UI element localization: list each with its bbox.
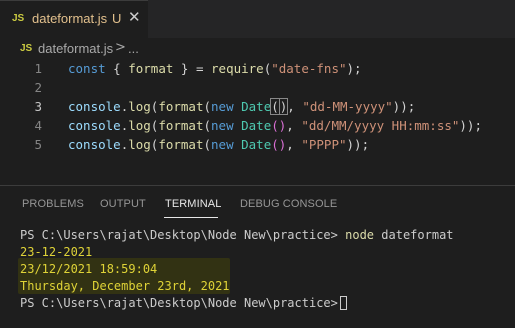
code-line-active[interactable]: 3 console.log(format(new Date(), "dd-MM-… [0,98,515,117]
code-text: console.log(format(new Date(), "dd/MM/yy… [68,118,482,133]
chevron-right-icon: > [115,40,126,55]
terminal-command: node [345,228,375,242]
code-text: console.log(format(new Date(), "PPPP")); [68,137,370,152]
line-number: 2 [34,80,42,95]
line-number: 1 [34,61,42,76]
close-icon[interactable]: ✕ [128,8,141,26]
breadcrumb-symbols[interactable]: ... [128,41,139,56]
terminal-cursor [339,296,347,310]
code-text: console.log(format(new Date(), "dd-MM-yy… [68,98,416,115]
breadcrumb: JS dateformat.js > ... [0,38,515,60]
terminal-prompt: PS C:\Users\rajat\Desktop\Node New\pract… [20,296,338,310]
line-number: 5 [34,137,42,152]
code-editor[interactable]: 1 const { format } = require("date-fns")… [0,60,515,185]
editor-tab-bar: JS dateformat.js U ✕ [0,0,515,38]
active-tab-indicator [164,217,218,218]
js-file-icon: JS [12,13,25,24]
line-number: 3 [34,99,42,114]
terminal-output-line: 23/12/2021 18:59:04 [20,262,158,276]
terminal-command-line[interactable]: PS C:\Users\rajat\Desktop\Node New\pract… [20,228,454,245]
code-text: const { format } = require("date-fns"); [68,61,362,76]
tab-debug-console[interactable]: DEBUG CONSOLE [240,198,337,210]
terminal-input-line[interactable]: PS C:\Users\rajat\Desktop\Node New\pract… [20,296,347,313]
code-line[interactable]: 4 console.log(format(new Date(), "dd/MM/… [0,117,515,136]
terminal-args: dateformat [381,228,454,242]
terminal-prompt: PS C:\Users\rajat\Desktop\Node New\pract… [20,228,338,242]
tab-filename: dateformat.js [32,11,108,26]
code-line[interactable]: 2 [0,79,515,98]
untracked-badge: U [112,11,122,26]
code-line[interactable]: 1 const { format } = require("date-fns")… [0,60,515,79]
tab-output[interactable]: OUTPUT [100,198,146,210]
js-file-icon: JS [20,43,33,54]
tab-dateformat-js[interactable]: JS dateformat.js U ✕ [0,0,148,38]
terminal-output-line: Thursday, December 23rd, 2021 [20,279,230,293]
tab-problems[interactable]: PROBLEMS [22,198,84,210]
line-number: 4 [34,118,42,133]
terminal-output-line: 23-12-2021 [20,245,93,259]
code-line[interactable]: 5 console.log(format(new Date(), "PPPP")… [0,136,515,155]
breadcrumb-file[interactable]: dateformat.js [38,41,113,56]
tab-terminal[interactable]: TERMINAL [165,198,221,210]
